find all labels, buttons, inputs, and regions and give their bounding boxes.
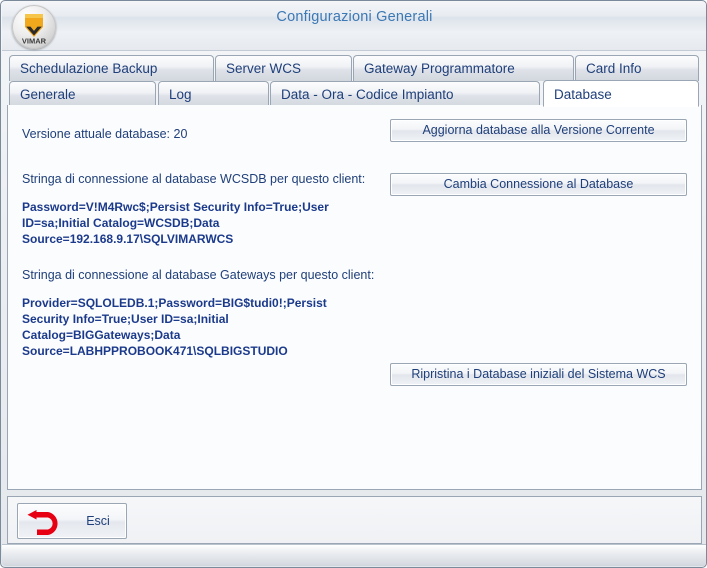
update-database-button[interactable]: Aggiorna database alla Versione Corrente	[390, 119, 687, 142]
tab-gateway-programmatore[interactable]: Gateway Programmatore	[353, 55, 574, 81]
wcsdb-connection-caption: Stringa di connessione al database WCSDB…	[22, 172, 366, 186]
tab-data-ora-codice-impianto[interactable]: Data - Ora - Codice Impianto	[270, 81, 540, 107]
page-title: Configurazioni Generali	[276, 9, 433, 25]
wcsdb-connection-string: Password=V!M4Rwc$;Persist Security Info=…	[22, 200, 329, 246]
gateways-connection-string: Provider=SQLOLEDB.1;Password=BIG$tudi0!;…	[22, 296, 327, 358]
gateways-connection-caption: Stringa di connessione al database Gatew…	[22, 268, 375, 282]
tab-label: Log	[169, 87, 192, 102]
tab-row-secondary: Generale Log Data - Ora - Codice Impiant…	[1, 80, 706, 108]
tab-label: Database	[554, 87, 612, 102]
restore-database-button[interactable]: Ripristina i Database iniziali del Siste…	[390, 363, 687, 386]
title-sub-bar	[2, 32, 706, 51]
vimar-logo-icon: VIMAR	[12, 5, 56, 49]
status-bar	[2, 544, 706, 566]
exit-button-label: Esci	[86, 514, 110, 528]
tab-generale[interactable]: Generale	[9, 81, 156, 107]
tab-label: Card Info	[586, 61, 642, 76]
tab-log[interactable]: Log	[158, 81, 269, 107]
back-arrow-icon	[26, 510, 66, 541]
tab-label: Server WCS	[226, 61, 302, 76]
footer-panel: Esci	[7, 496, 702, 544]
title-bar: Configurazioni Generali	[2, 2, 706, 33]
tab-label: Generale	[20, 87, 76, 102]
application-window: Configurazioni Generali VIMAR Schedulazi…	[0, 0, 707, 568]
exit-button[interactable]: Esci	[17, 503, 127, 539]
tab-schedulazione-backup[interactable]: Schedulazione Backup	[9, 55, 214, 81]
tab-label: Data - Ora - Codice Impianto	[281, 87, 454, 102]
tab-label: Schedulazione Backup	[20, 61, 158, 76]
tab-label: Gateway Programmatore	[364, 61, 515, 76]
tab-content-database: Versione attuale database: 20 Stringa di…	[7, 105, 702, 490]
tab-server-wcs[interactable]: Server WCS	[215, 55, 352, 81]
tab-database[interactable]: Database	[543, 80, 699, 107]
svg-text:VIMAR: VIMAR	[22, 37, 47, 46]
tab-row-primary: Schedulazione Backup Server WCS Gateway …	[1, 55, 706, 82]
database-version-label: Versione attuale database: 20	[22, 127, 188, 141]
change-connection-button[interactable]: Cambia Connessione al Database	[390, 173, 687, 196]
tab-card-info[interactable]: Card Info	[575, 55, 699, 81]
